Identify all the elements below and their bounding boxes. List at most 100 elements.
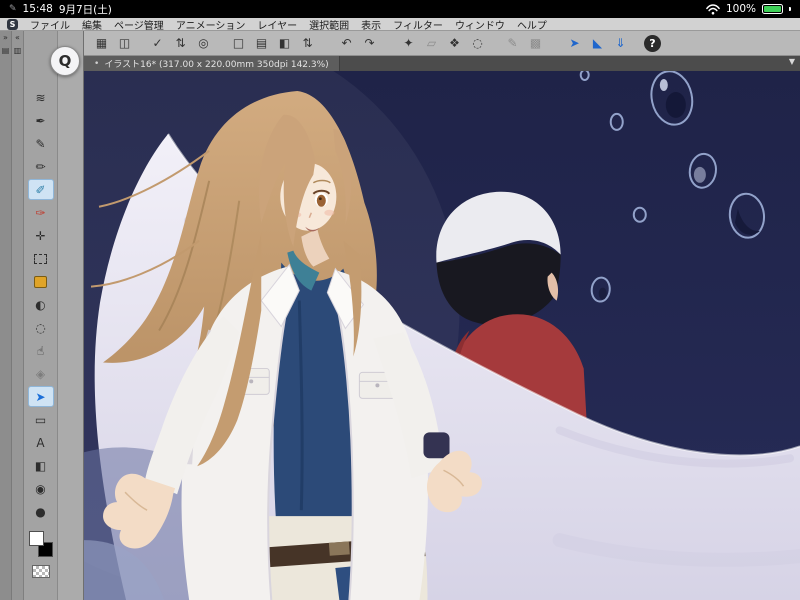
object-cursor-button[interactable]: ➤ bbox=[563, 34, 586, 53]
hand-tool[interactable]: ✛ bbox=[28, 225, 54, 246]
menu-view[interactable]: 表示 bbox=[361, 17, 381, 32]
ellipse-icon: ● bbox=[35, 504, 46, 519]
menu-page-management[interactable]: ページ管理 bbox=[114, 17, 164, 32]
frame-icon: ◈ bbox=[35, 366, 46, 381]
menu-animation[interactable]: アニメーション bbox=[176, 17, 246, 32]
tab-dropdown-icon[interactable]: ▼ bbox=[789, 57, 795, 66]
menu-help[interactable]: ヘルプ bbox=[517, 17, 547, 32]
ellipse-tool[interactable]: ● bbox=[28, 501, 54, 522]
quick-zoom-button[interactable]: Q bbox=[50, 46, 80, 76]
export-page-button[interactable]: ◧ bbox=[273, 34, 296, 53]
layer-move-tool[interactable]: ≋ bbox=[28, 87, 54, 108]
flip-view-icon: ◫ bbox=[118, 36, 131, 50]
help-button[interactable]: ? bbox=[644, 34, 661, 52]
finger-smudge-tool[interactable]: ☝ bbox=[28, 340, 54, 361]
blend-icon: ◌ bbox=[35, 320, 46, 335]
transform-button[interactable]: ▱ bbox=[420, 34, 443, 53]
pencil-icon: ✏ bbox=[35, 159, 46, 174]
new-page-icon: □ bbox=[232, 36, 245, 50]
canvas-artwork[interactable] bbox=[84, 71, 800, 600]
palette-list-icon[interactable]: ▥ bbox=[14, 47, 22, 55]
menu-file[interactable]: ファイル bbox=[30, 17, 70, 32]
ruler-snap-button[interactable]: ◣ bbox=[586, 34, 609, 53]
snap-stepper-icon: ⇅ bbox=[175, 36, 186, 50]
eyedropper-tool[interactable]: ◉ bbox=[28, 478, 54, 499]
gradient-tool[interactable]: ◧ bbox=[28, 455, 54, 476]
frame-tool[interactable]: ◈ bbox=[28, 363, 54, 384]
color-swatches bbox=[28, 530, 54, 558]
object-arrow-icon: ➤ bbox=[35, 389, 46, 404]
redo-button[interactable]: ↷ bbox=[358, 34, 381, 53]
pixel-grid-icon: ▩ bbox=[529, 36, 542, 50]
fill-button[interactable]: ❖ bbox=[443, 34, 466, 53]
menu-layer[interactable]: レイヤー bbox=[257, 17, 297, 32]
menu-edit[interactable]: 編集 bbox=[82, 17, 102, 32]
new-page-button[interactable]: □ bbox=[227, 34, 250, 53]
page-stepper-button[interactable]: ⇅ bbox=[296, 34, 319, 53]
palette-tabs-icon[interactable]: ▤ bbox=[2, 47, 10, 55]
pencil-tool[interactable]: ✏ bbox=[28, 156, 54, 177]
brush-icon: ✐ bbox=[35, 182, 46, 197]
pen-tool[interactable]: ✎ bbox=[28, 133, 54, 154]
gradient-circle-icon: ◐ bbox=[35, 297, 46, 312]
collapse-dock-icon[interactable]: « bbox=[15, 34, 20, 42]
brush-tool[interactable]: ✐ bbox=[27, 179, 54, 200]
snap-stepper-button[interactable]: ⇅ bbox=[169, 34, 192, 53]
marquee-tool[interactable] bbox=[28, 248, 54, 269]
bucket-fill-icon bbox=[34, 275, 47, 288]
clip-studio-logo[interactable]: S bbox=[7, 18, 18, 30]
menu-selection[interactable]: 選択範囲 bbox=[309, 17, 349, 32]
marker-tool[interactable]: ✑ bbox=[28, 202, 54, 223]
undo-button[interactable]: ↶ bbox=[335, 34, 358, 53]
auto-select-button[interactable]: ✦ bbox=[397, 34, 420, 53]
main-color-swatch[interactable] bbox=[28, 531, 44, 546]
subtool-panel-collapsed bbox=[58, 31, 84, 600]
selection-pen-tool[interactable]: ✒ bbox=[28, 110, 54, 131]
flip-view-button[interactable]: ◫ bbox=[113, 34, 136, 53]
command-bar: ▦ ◫ ✓ ⇅ ◎ □ ▤ ◧ ⇅ ↶ ↷ ✦ ▱ ❖ ◌ ✎ ▩ ➤ ◣ ⇓ bbox=[84, 31, 800, 56]
object-arrow-tool[interactable]: ➤ bbox=[27, 386, 54, 407]
bucket-fill-tool[interactable] bbox=[28, 271, 54, 292]
open-page-button[interactable]: ▤ bbox=[250, 34, 273, 53]
import-button[interactable]: ⇓ bbox=[609, 34, 632, 53]
redo-icon: ↷ bbox=[364, 36, 375, 50]
symmetry-ruler-button[interactable]: ◎ bbox=[192, 34, 215, 53]
transform-icon: ▱ bbox=[426, 36, 437, 50]
snap-check-button[interactable]: ✓ bbox=[146, 34, 169, 53]
pencil-status-icon: ✎ bbox=[9, 4, 17, 14]
text-icon: A bbox=[36, 435, 45, 450]
document-title: イラスト16* (317.00 x 220.00mm 350dpi 142.3%… bbox=[104, 60, 329, 70]
battery-tip bbox=[789, 7, 791, 11]
blend-tool[interactable]: ◌ bbox=[28, 317, 54, 338]
page-stepper-icon: ⇅ bbox=[302, 36, 313, 50]
workspace-layout-button[interactable]: ▦ bbox=[90, 34, 113, 53]
hand-icon: ✛ bbox=[35, 228, 46, 243]
pixel-grid-button[interactable]: ▩ bbox=[524, 34, 547, 53]
clip-studio-paint-window: ✎ 15:48 9月7日(土) 100% S ファイル 編集 ページ管理 アニメ… bbox=[0, 0, 800, 600]
document-tab[interactable]: • イラスト16* (317.00 x 220.00mm 350dpi 142.… bbox=[84, 56, 340, 71]
status-time: 15:48 bbox=[22, 3, 53, 15]
menu-filter[interactable]: フィルター bbox=[393, 17, 443, 32]
help-icon: ? bbox=[649, 36, 656, 50]
battery-percent: 100% bbox=[725, 3, 756, 15]
undo-icon: ↶ bbox=[341, 36, 352, 50]
figure-tool[interactable]: ▭ bbox=[28, 409, 54, 430]
marquee-icon bbox=[34, 253, 47, 264]
text-tool[interactable]: A bbox=[28, 432, 54, 453]
object-cursor-icon: ➤ bbox=[569, 36, 580, 50]
finger-smudge-icon: ☝ bbox=[36, 343, 45, 358]
menu-window[interactable]: ウィンドウ bbox=[455, 17, 505, 32]
document-tab-bar: • イラスト16* (317.00 x 220.00mm 350dpi 142.… bbox=[84, 56, 800, 71]
wifi-icon bbox=[706, 3, 720, 14]
gradient-circle-tool[interactable]: ◐ bbox=[28, 294, 54, 315]
figure-icon: ▭ bbox=[34, 412, 47, 427]
auto-select-icon: ✦ bbox=[403, 36, 414, 50]
canvas-area[interactable] bbox=[84, 71, 800, 600]
expand-dock-icon[interactable]: » bbox=[3, 34, 8, 42]
eyedropper-icon: ◉ bbox=[35, 481, 46, 496]
quick-zoom-label: Q bbox=[58, 52, 72, 70]
transparent-color-swatch[interactable] bbox=[31, 565, 50, 578]
select-area-button[interactable]: ◌ bbox=[466, 34, 489, 53]
correct-line-button[interactable]: ✎ bbox=[501, 34, 524, 53]
selection-pen-icon: ✒ bbox=[35, 113, 46, 128]
